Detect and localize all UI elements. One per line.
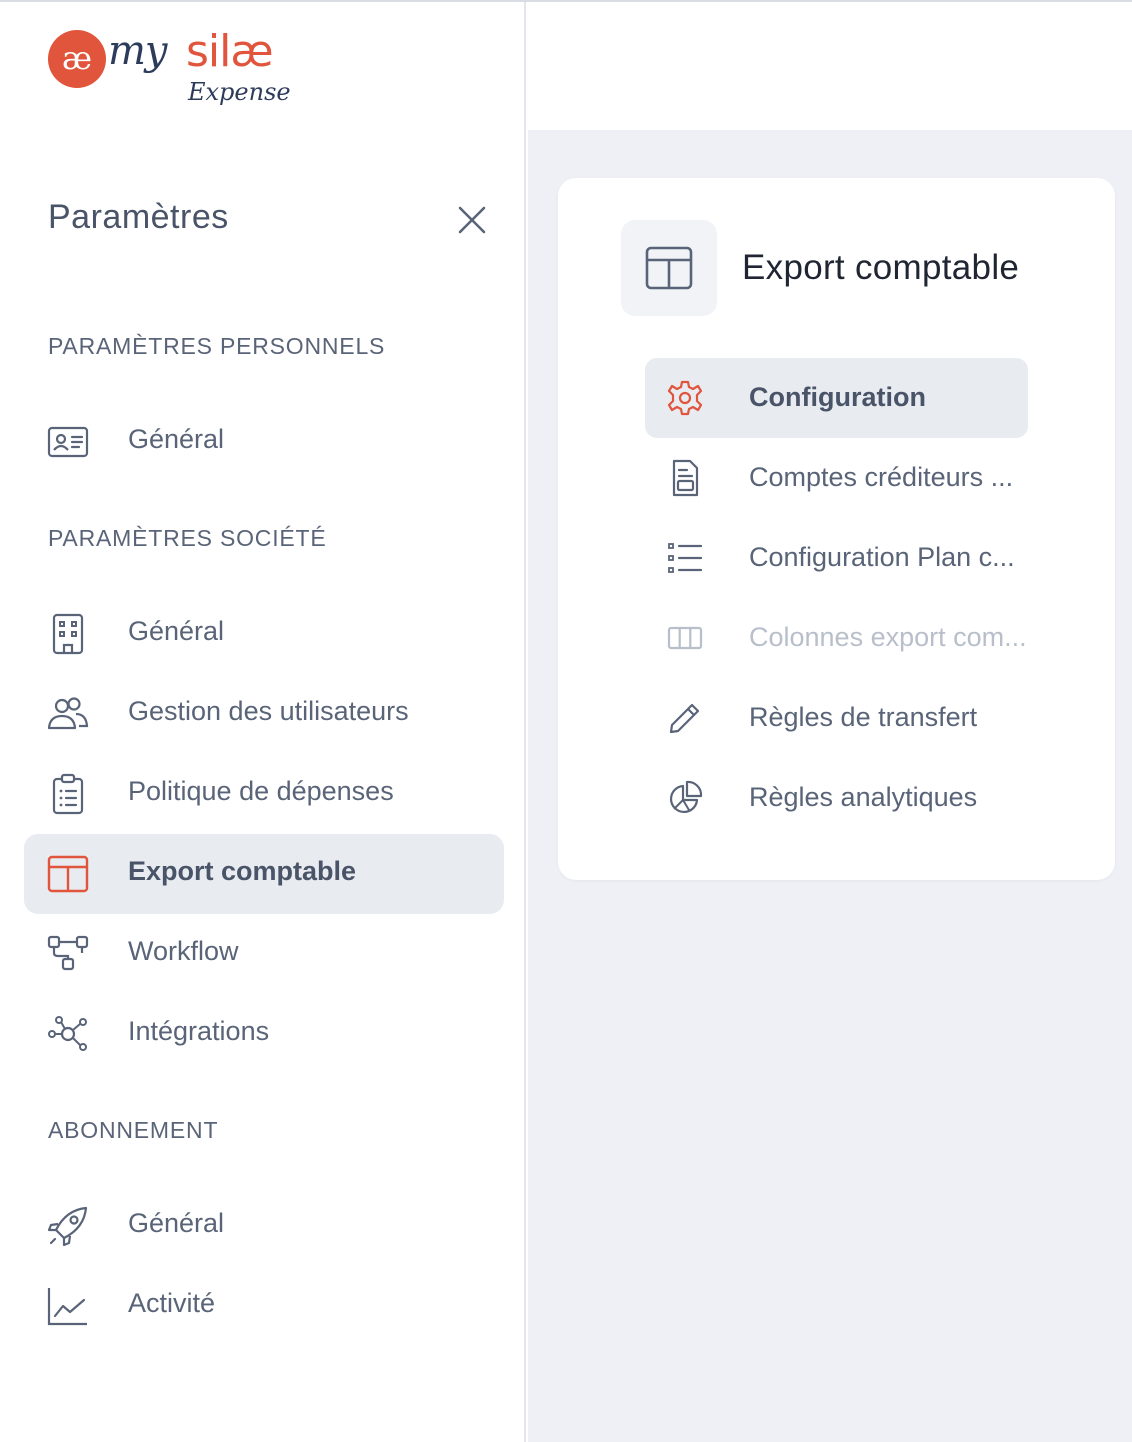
subnav-regles-analytiques[interactable]: Règles analytiques (645, 758, 1028, 838)
chart-line-icon (47, 1288, 87, 1326)
close-icon (458, 206, 486, 234)
app-logo: æ my silæ Expense (46, 26, 296, 112)
subnav-label: Configuration (749, 382, 926, 412)
sidebar-item-workflow[interactable]: Workflow (24, 914, 504, 994)
layout-icon (47, 855, 89, 893)
settings-sidebar: æ my silæ Expense Paramètres PARAMÈTRES … (0, 2, 526, 1442)
columns-icon (667, 626, 703, 650)
logo-product: Expense (188, 78, 291, 106)
pie-chart-icon (670, 780, 703, 813)
subnav-label: Règles analytiques (749, 782, 978, 812)
pencil-icon (669, 703, 700, 734)
logo-mark: æ (48, 30, 106, 88)
workflow-icon (47, 935, 89, 971)
subnav-configuration[interactable]: Configuration (645, 358, 1028, 438)
sidebar-item-label: Politique de dépenses (128, 776, 394, 806)
export-comptable-card: Export comptable Configuration Comptes c… (558, 178, 1115, 880)
subnav-label: Configuration Plan c... (749, 542, 1015, 572)
sidebar-item-activity[interactable]: Activité (24, 1266, 504, 1346)
subnav-comptes-crediteurs[interactable]: Comptes créditeurs ... (645, 438, 1028, 518)
main-header (528, 2, 1132, 130)
section-label-personal: PARAMÈTRES PERSONNELS (48, 333, 386, 359)
sidebar-item-label: Général (128, 1208, 225, 1238)
card-icon-box (621, 220, 717, 316)
sidebar-item-label: Export comptable (128, 856, 357, 886)
sidebar-item-label: Intégrations (128, 1016, 270, 1046)
layout-icon (645, 246, 693, 290)
card-title: Export comptable (742, 248, 1020, 287)
subnav-configuration-plan[interactable]: Configuration Plan c... (645, 518, 1028, 598)
section-label-subscription: ABONNEMENT (48, 1117, 219, 1143)
clipboard-list-icon (52, 773, 84, 815)
section-label-company: PARAMÈTRES SOCIÉTÉ (48, 525, 327, 551)
building-icon (52, 613, 84, 655)
document-icon (672, 459, 699, 497)
network-icon (48, 1016, 87, 1051)
sidebar-item-label: Activité (128, 1288, 216, 1318)
sidebar-item-expense-policy[interactable]: Politique de dépenses (24, 754, 504, 834)
subnav-label: Règles de transfert (749, 702, 978, 732)
sidebar-item-subscription-general[interactable]: Général (24, 1186, 504, 1266)
sidebar-item-label: Général (128, 616, 225, 646)
subnav-label: Colonnes export com... (749, 622, 1027, 652)
gear-icon (667, 380, 703, 416)
sidebar-item-label: Général (128, 424, 225, 454)
sidebar-item-company-general[interactable]: Général (24, 594, 504, 674)
logo-my: my (108, 28, 168, 74)
logo-brand: silæ (186, 26, 274, 77)
sidebar-item-label: Gestion des utilisateurs (128, 696, 409, 726)
subnav-label: Comptes créditeurs ... (749, 462, 1014, 492)
sidebar-item-export-comptable[interactable]: Export comptable (24, 834, 504, 914)
sidebar-item-users[interactable]: Gestion des utilisateurs (24, 674, 504, 754)
subnav-regles-transfert[interactable]: Règles de transfert (645, 678, 1028, 758)
sidebar-item-integrations[interactable]: Intégrations (24, 994, 504, 1074)
sidebar-item-label: Workflow (128, 936, 239, 966)
sidebar-title: Paramètres (48, 198, 229, 236)
users-icon (47, 697, 89, 730)
sidebar-item-personal-general[interactable]: Général (24, 402, 504, 482)
rocket-icon (47, 1206, 88, 1247)
close-button[interactable] (452, 200, 492, 240)
id-card-icon (47, 426, 89, 458)
list-icon (668, 543, 703, 573)
subnav-colonnes-export[interactable]: Colonnes export com... (645, 598, 1028, 678)
